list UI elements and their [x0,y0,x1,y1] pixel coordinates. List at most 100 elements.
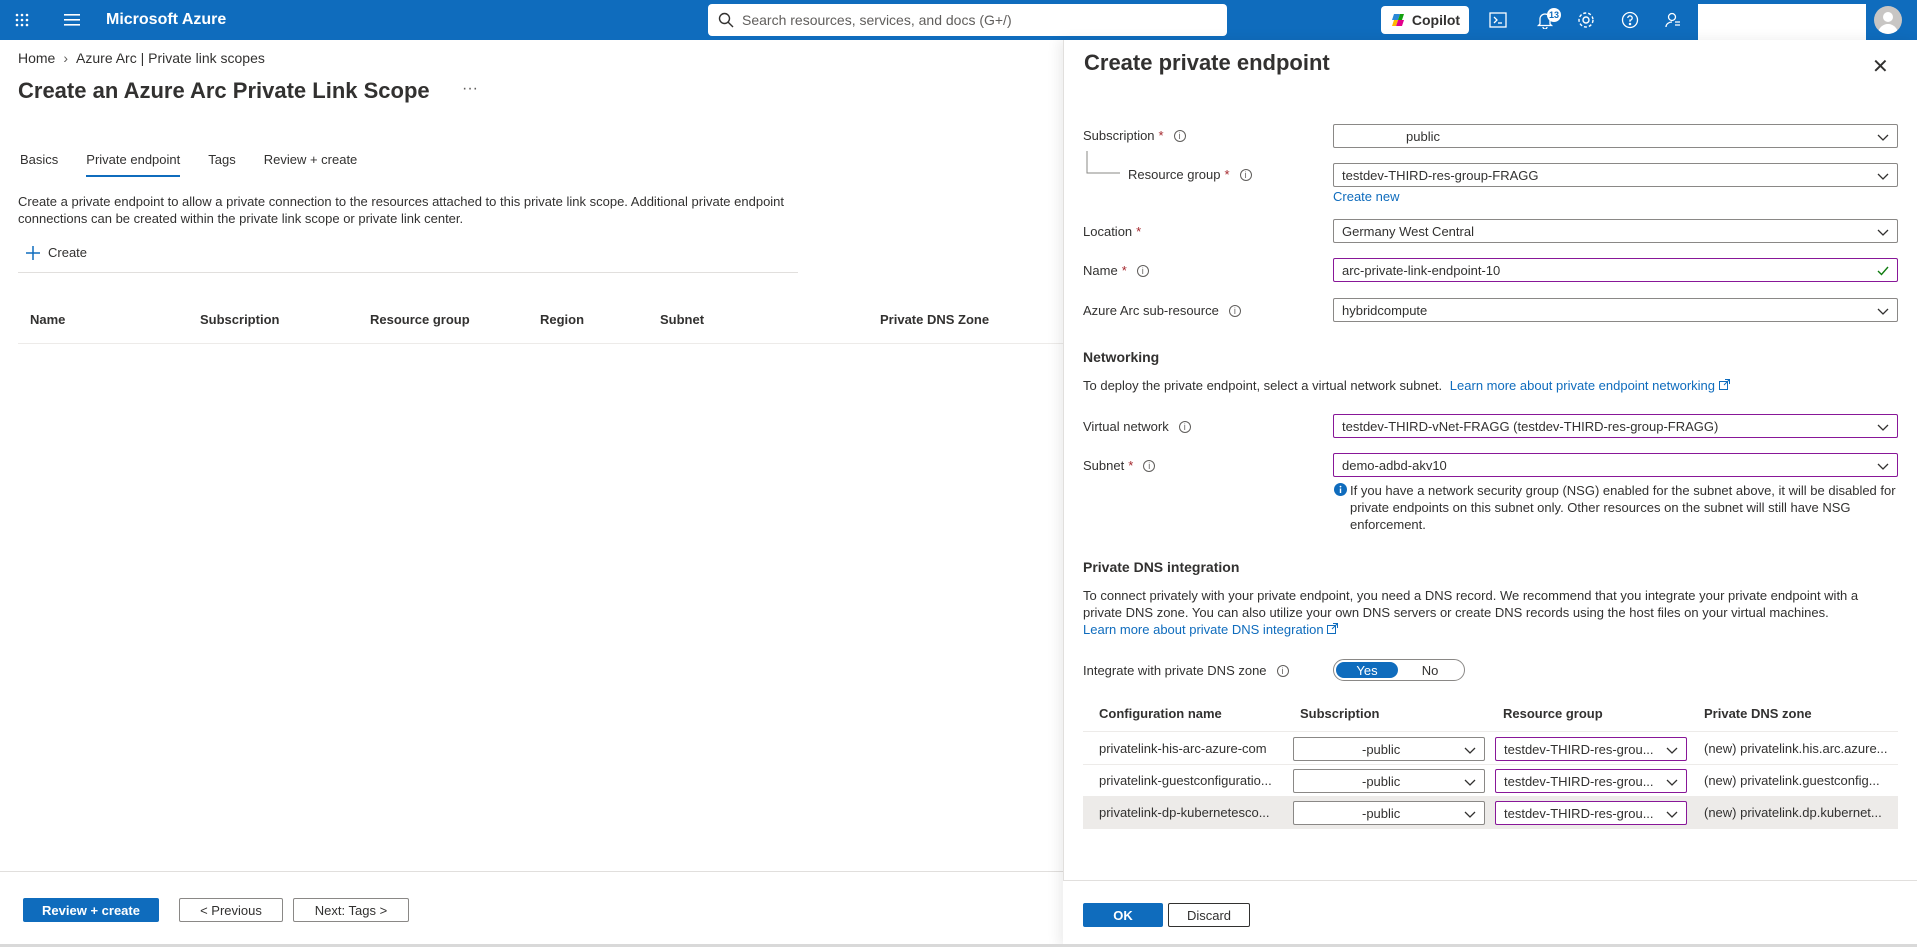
tab-private-endpoint[interactable]: Private endpoint [86,152,181,177]
dns-resource-group-value: testdev-THIRD-res-grou... [1504,773,1654,789]
create-new-link[interactable]: Create new [1333,189,1399,204]
location-value: Germany West Central [1342,223,1474,239]
subnet-label: Subnet * i [1083,458,1156,473]
dns-header: Private DNS integration [1083,559,1240,575]
breadcrumb-parent[interactable]: Azure Arc | Private link scopes [76,50,265,66]
previous-button[interactable]: < Previous [179,898,283,922]
dns-row: privatelink-guestconfiguratio... -public… [1083,765,1898,797]
dns-config-name: privatelink-dp-kubernetesco... [1099,805,1270,820]
name-label-text: Name [1083,263,1118,278]
tab-tags[interactable]: Tags [208,152,235,177]
close-icon[interactable]: ✕ [1872,54,1889,79]
ok-button[interactable]: OK [1083,903,1163,927]
chevron-down-icon [1877,229,1889,236]
search-input[interactable]: Search resources, services, and docs (G+… [708,4,1227,36]
nsg-info-text: If you have a network security group (NS… [1350,483,1896,532]
review-create-button[interactable]: Review + create [23,898,159,922]
name-value: arc-private-link-endpoint-10 [1342,262,1501,278]
subscription-dropdown[interactable]: public [1333,124,1898,148]
create-button[interactable]: Create [26,245,87,260]
app-launcher-icon[interactable] [2,0,42,40]
chevron-down-icon [1877,463,1889,470]
settings-icon[interactable] [1566,0,1606,40]
name-input[interactable]: arc-private-link-endpoint-10 [1333,258,1898,282]
avatar[interactable] [1874,6,1902,34]
networking-text: To deploy the private endpoint, select a… [1083,377,1730,394]
col-subscription[interactable]: Subscription [200,312,279,327]
toggle-yes[interactable]: Yes [1336,662,1398,678]
networking-text-body: To deploy the private endpoint, select a… [1083,378,1443,393]
required-marker: * [1121,263,1127,278]
panel-title: Create private endpoint [1084,50,1330,75]
subresource-dropdown[interactable]: hybridcompute [1333,298,1898,322]
chevron-down-icon [1877,308,1889,315]
subnet-value: demo-adbd-akv10 [1342,457,1447,473]
required-marker: * [1224,167,1230,182]
dns-resource-group-dropdown[interactable]: testdev-THIRD-res-grou... [1495,737,1687,761]
vnet-value: testdev-THIRD-vNet-FRAGG (testdev-THIRD-… [1342,418,1719,434]
more-icon[interactable]: ··· [462,80,478,98]
copilot-button[interactable]: Copilot [1381,6,1469,34]
page-description: Create a private endpoint to allow a pri… [18,194,785,226]
integrate-dns-toggle[interactable]: Yes No [1333,659,1465,681]
info-icon[interactable]: i [1239,168,1252,181]
cloud-shell-icon[interactable] [1478,0,1518,40]
col-private-dns-zone[interactable]: Private DNS Zone [880,312,989,327]
dns-resource-group-dropdown[interactable]: testdev-THIRD-res-grou... [1495,801,1687,825]
dns-zone: (new) privatelink.dp.kubernet... [1704,805,1882,820]
discard-button[interactable]: Discard [1168,903,1250,927]
toggle-no[interactable]: No [1398,662,1462,678]
feedback-icon[interactable] [1653,0,1693,40]
dns-resource-group-dropdown[interactable]: testdev-THIRD-res-grou... [1495,769,1687,793]
networking-learn-more-link[interactable]: Learn more about private endpoint networ… [1450,378,1715,393]
help-icon[interactable] [1610,0,1650,40]
col-resource-group[interactable]: Resource group [370,312,470,327]
info-filled-icon [1334,483,1347,496]
chevron-right-icon: › [63,50,69,66]
dns-subscription-dropdown[interactable]: -public [1293,769,1485,793]
tree-connector [1086,151,1120,174]
location-label: Location * [1083,224,1141,239]
dns-col-resource-group: Resource group [1503,706,1603,721]
info-icon[interactable]: i [1178,420,1191,433]
dns-subscription-dropdown[interactable]: -public [1293,737,1485,761]
copilot-icon [1391,14,1404,26]
info-icon[interactable]: i [1136,264,1149,277]
subnet-dropdown[interactable]: demo-adbd-akv10 [1333,453,1898,477]
vnet-dropdown[interactable]: testdev-THIRD-vNet-FRAGG (testdev-THIRD-… [1333,414,1898,438]
dns-subscription-dropdown[interactable]: -public [1293,801,1485,825]
next-tags-button[interactable]: Next: Tags > [293,898,409,922]
breadcrumb-home[interactable]: Home [18,50,55,66]
required-marker: * [1136,224,1142,239]
tab-review-create[interactable]: Review + create [264,152,358,177]
info-icon[interactable]: i [1173,129,1186,142]
dns-col-zone: Private DNS zone [1704,706,1812,721]
dns-text: To connect privately with your private e… [1083,588,1859,620]
col-name[interactable]: Name [30,312,65,327]
external-link-icon [1718,379,1730,390]
search-icon [718,12,734,28]
location-label-text: Location [1083,224,1133,239]
subnet-label-text: Subnet [1083,458,1125,473]
info-icon[interactable]: i [1276,664,1289,677]
integrate-dns-label-text: Integrate with private DNS zone [1083,663,1267,678]
vnet-label: Virtual network i [1083,419,1191,434]
subscription-label: Subscription * i [1083,128,1186,143]
dns-link-row: Learn more about private DNS integration [1083,621,1339,638]
dns-learn-more-link[interactable]: Learn more about private DNS integration [1083,622,1324,637]
dns-subscription-value: -public [1362,805,1401,821]
info-icon[interactable]: i [1228,304,1241,317]
location-dropdown[interactable]: Germany West Central [1333,219,1898,243]
info-icon[interactable]: i [1143,459,1156,472]
chevron-down-icon [1666,811,1678,818]
brand-title[interactable]: Microsoft Azure [106,11,226,29]
notifications-icon[interactable]: 13 [1525,0,1565,40]
networking-header: Networking [1083,349,1160,365]
tab-basics[interactable]: Basics [20,152,58,177]
col-region[interactable]: Region [540,312,584,327]
col-subnet[interactable]: Subnet [660,312,704,327]
account-info[interactable] [1698,4,1866,40]
chevron-down-icon [1877,134,1889,141]
resource-group-dropdown[interactable]: testdev-THIRD-res-group-FRAGG [1333,163,1898,187]
menu-icon[interactable] [52,0,92,40]
